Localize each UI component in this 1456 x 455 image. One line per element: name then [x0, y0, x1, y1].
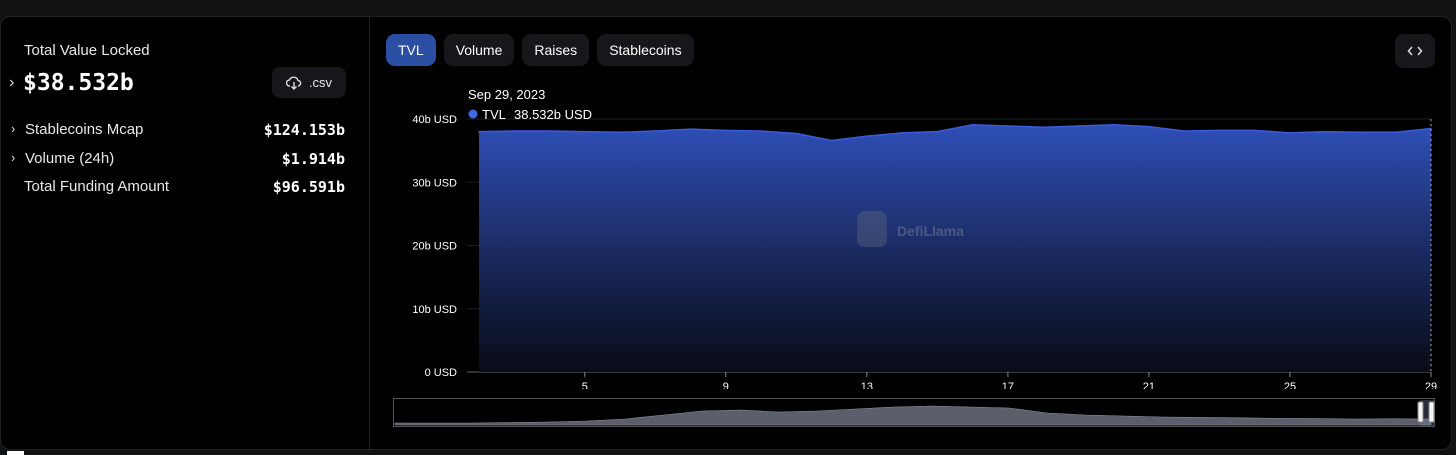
tooltip-value: 38.532b USD [514, 107, 592, 122]
data-point [936, 130, 939, 133]
x-tick-label: 21 [1143, 381, 1155, 389]
data-point [548, 130, 551, 132]
tooltip-marker [468, 109, 478, 119]
data-point [1324, 130, 1327, 133]
data-point [795, 132, 798, 135]
y-tick-label: 20b USD [412, 241, 457, 253]
watermark-text: DefiLlama [897, 223, 964, 239]
stablecoins-mcap-label: Stablecoins Mcap [25, 121, 144, 138]
summary-panel: Total Value Locked › $38.532b .csv › Sta… [1, 17, 370, 449]
data-point [654, 130, 657, 132]
code-icon [1407, 46, 1423, 56]
navigator-series [394, 405, 1432, 426]
x-axis: 5 9 13 17 21 25 29 [582, 372, 1437, 389]
y-tick-label: 30b USD [412, 177, 457, 189]
y-tick-label: 10b USD [412, 304, 457, 316]
stablecoins-mcap-value: $124.153b [263, 121, 345, 139]
data-point [1289, 132, 1291, 134]
data-point [1148, 125, 1150, 128]
x-tick-label: 5 [582, 381, 588, 389]
x-tick-label: 13 [861, 381, 873, 389]
chevron-right-icon[interactable]: › [11, 150, 15, 165]
data-point [1253, 129, 1256, 132]
tooltip-date: Sep 29, 2023 [468, 87, 545, 102]
tab-volume[interactable]: Volume [443, 34, 515, 66]
data-point [1359, 131, 1362, 134]
range-navigator[interactable] [393, 398, 1435, 428]
data-point [1007, 125, 1009, 127]
x-tick-label: 9 [723, 381, 729, 389]
cloud-download-icon [285, 76, 302, 90]
volume-label: Volume (24h) [25, 150, 115, 167]
tvl-area [479, 124, 1431, 372]
tab-raises[interactable]: Raises [522, 34, 590, 66]
tooltip: Sep 29, 2023 TVL 38.532b USD [468, 87, 592, 122]
data-point [1394, 131, 1397, 134]
data-point [689, 128, 692, 130]
data-point [1042, 126, 1044, 129]
csv-label: .csv [308, 75, 333, 90]
tvl-chart[interactable]: 0 USD 10b USD 20b USD 30b USD 40b USD 5 9 13 17… [371, 79, 1451, 389]
navigator-handle-right[interactable] [1428, 401, 1435, 423]
chart-panel: TVL Volume Raises Stablecoins 0 USD 10b U… [371, 17, 1451, 449]
x-tick-label: 29 [1425, 381, 1437, 389]
data-point [971, 123, 974, 126]
tab-stablecoins[interactable]: Stablecoins [597, 34, 694, 66]
navigator-handle-left[interactable] [1417, 401, 1424, 423]
data-point [830, 139, 833, 142]
x-tick-label: 25 [1284, 381, 1296, 389]
tvl-value: $38.532b [23, 70, 134, 96]
tab-tvl[interactable]: TVL [386, 34, 436, 66]
data-point [478, 130, 480, 133]
chevron-right-icon[interactable]: › [11, 121, 15, 136]
data-point [1183, 130, 1185, 132]
x-tick-label: 17 [1002, 381, 1014, 389]
series-tvl [478, 119, 1432, 372]
data-point [901, 132, 903, 134]
data-point [1218, 129, 1221, 132]
data-point [725, 129, 727, 132]
dashboard-card: Total Value Locked › $38.532b .csv › Sta… [0, 16, 1452, 450]
navigator-area [394, 405, 1432, 426]
page-scroll-indicator [7, 451, 24, 455]
data-point [583, 130, 586, 133]
tooltip-series: TVL [482, 107, 506, 122]
data-point [1112, 123, 1115, 126]
data-point [866, 135, 868, 137]
chart-tabs: TVL Volume Raises Stablecoins [386, 34, 694, 66]
embed-button[interactable] [1395, 34, 1435, 68]
data-point [760, 130, 762, 132]
data-point [619, 131, 621, 134]
data-point [1077, 125, 1080, 127]
y-axis: 0 USD 10b USD 20b USD 30b USD 40b USD [412, 114, 457, 379]
funding-label: Total Funding Amount [24, 178, 170, 195]
volume-value: $1.914b [281, 150, 345, 168]
data-point [513, 130, 516, 132]
funding-value: $96.591b [272, 178, 345, 196]
chevron-right-icon[interactable]: › [9, 74, 14, 92]
tvl-label: Total Value Locked [24, 42, 150, 59]
y-tick-label: 40b USD [412, 114, 457, 126]
y-tick-label: 0 USD [425, 367, 457, 379]
download-csv-button[interactable]: .csv [272, 67, 346, 98]
